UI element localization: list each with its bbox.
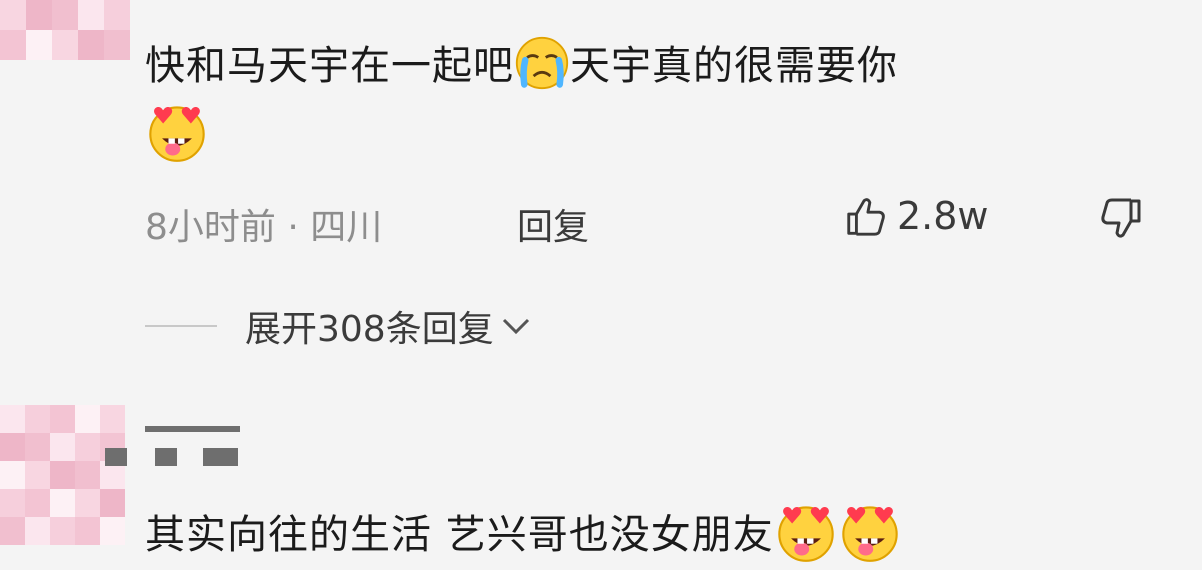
- crying-face-icon: [514, 35, 570, 91]
- heart-eyes-icon: [774, 500, 838, 564]
- heart-eyes-icon: [145, 100, 209, 164]
- comment-text-part: 快和马天宇在一起吧: [145, 43, 514, 89]
- comment-text: 快和马天宇在一起吧 天宇真的很需要你: [145, 33, 898, 91]
- username-redacted: [105, 426, 245, 466]
- expand-replies-label: 展开308条回复: [245, 309, 494, 350]
- avatar[interactable]: [0, 0, 130, 60]
- timestamp-location: 8小时前 · 四川: [145, 207, 383, 248]
- thumbs-down-icon[interactable]: [1097, 194, 1145, 244]
- like-button[interactable]: 2.8w: [843, 192, 989, 240]
- heart-eyes-icon: [838, 500, 902, 564]
- chevron-down-icon: [502, 318, 529, 335]
- thumbs-up-icon: [847, 198, 885, 236]
- divider: [145, 325, 217, 327]
- like-count: 2.8w: [897, 194, 989, 238]
- comment-emoji-line: [145, 100, 209, 164]
- reply-button[interactable]: 回复: [517, 198, 589, 250]
- expand-replies-button[interactable]: 展开308条回复: [145, 300, 532, 352]
- comment-text-part: 天宇真的很需要你: [570, 43, 898, 89]
- comment-text-part: 其实向往的生活 艺兴哥也没女朋友: [145, 512, 774, 558]
- comment-text: 其实向往的生活 艺兴哥也没女朋友: [145, 500, 902, 564]
